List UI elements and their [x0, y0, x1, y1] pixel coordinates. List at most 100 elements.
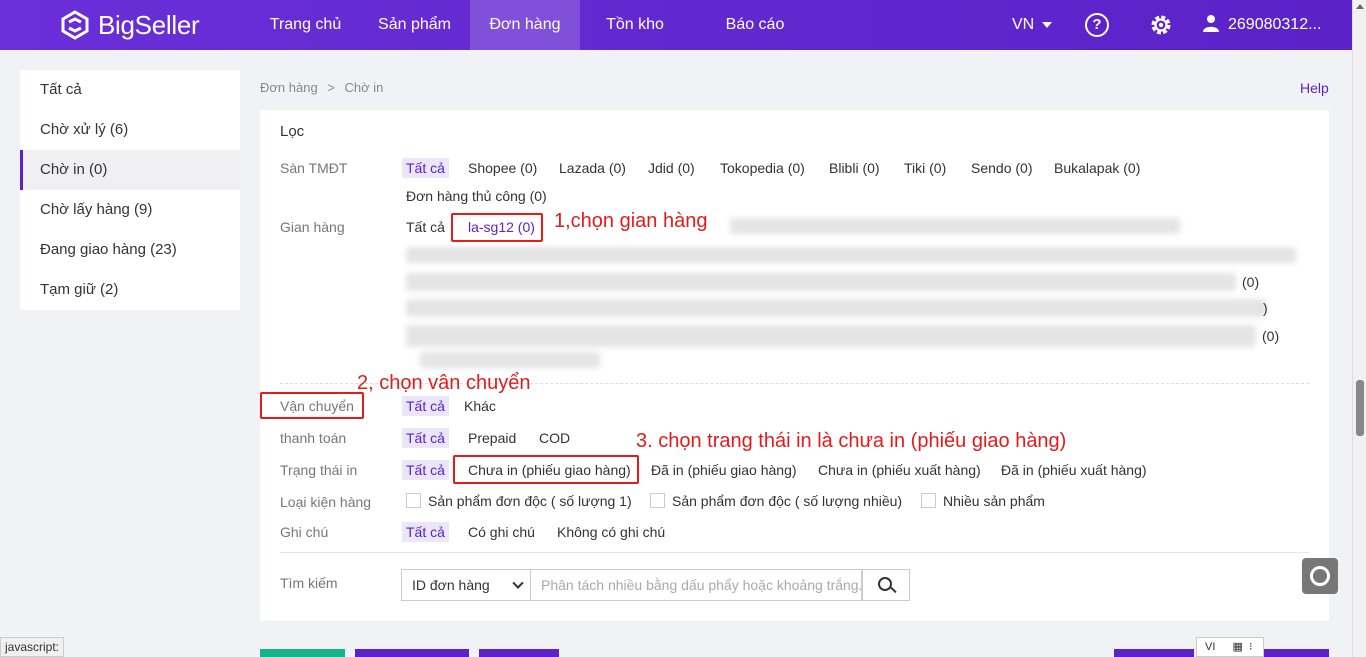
blurred-store-list: [406, 247, 1296, 263]
brand-name: BigSeller: [98, 9, 200, 40]
question-circle-icon[interactable]: ?: [1085, 13, 1109, 37]
shipping-all[interactable]: Tất cả: [402, 396, 449, 416]
help-link[interactable]: Help: [1300, 80, 1329, 96]
store-label: Gian hàng: [280, 219, 345, 235]
marketplace-tokopedia[interactable]: Tokopedia (0): [720, 160, 805, 176]
filter-panel: Lọc Sàn TMĐT Tất cả Shopee (0) Lazada (0…: [260, 110, 1329, 621]
marketplace-all[interactable]: Tất cả: [402, 158, 449, 178]
user-menu[interactable]: 269080312...: [1202, 0, 1321, 50]
blurred-store-list: [420, 352, 600, 368]
package-multi-product-checkbox[interactable]: [921, 493, 936, 508]
action-button[interactable]: [1114, 649, 1194, 657]
search-icon-handle: [890, 586, 897, 594]
payment-prepaid[interactable]: Prepaid: [468, 430, 516, 446]
blurred-store-list: [730, 218, 1180, 234]
note-has-note[interactable]: Có ghi chú: [468, 524, 535, 540]
store-count[interactable]: ): [1263, 300, 1268, 316]
search-button[interactable]: [862, 569, 910, 601]
package-single-qty1-checkbox[interactable]: [406, 493, 421, 508]
search-icon: [878, 577, 892, 591]
print-status-label: Trạng thái in: [280, 462, 358, 478]
sidebar-item-awaiting-print[interactable]: Chờ in (0): [20, 150, 240, 190]
package-multi-product-label[interactable]: Nhiều sản phẩm: [943, 493, 1045, 509]
print-status-unprinted-invoice[interactable]: Chưa in (phiếu xuất hàng): [818, 462, 981, 478]
search-label: Tìm kiếm: [280, 575, 338, 591]
blurred-store-list: [406, 325, 1256, 347]
breadcrumb-current: Chờ in: [344, 80, 384, 95]
note-label: Ghi chú: [280, 524, 329, 540]
page-scrollbar[interactable]: [1352, 0, 1366, 657]
nav-orders[interactable]: Đơn hàng: [470, 0, 580, 50]
store-count[interactable]: (0): [1262, 328, 1279, 344]
user-name: 269080312...: [1228, 16, 1322, 33]
dropdown-icon: ⁝: [1248, 641, 1253, 653]
package-single-multi-checkbox[interactable]: [650, 493, 665, 508]
annotation-step2: 2, chọn vân chuyển: [357, 372, 531, 394]
search-field-select[interactable]: ID đơn hàng: [401, 569, 531, 601]
chevron-down-icon: [512, 577, 524, 589]
blurred-store-list: [406, 299, 1266, 317]
note-no-note[interactable]: Không có ghi chú: [557, 524, 665, 540]
action-button[interactable]: [355, 649, 469, 657]
user-icon: [1202, 3, 1220, 32]
blurred-store-list: [406, 273, 1236, 291]
language-selector[interactable]: VN: [1012, 0, 1053, 50]
sidebar-item-all[interactable]: Tất cả: [20, 70, 240, 110]
ime-indicator[interactable]: VI ▦ ⁝: [1196, 637, 1264, 657]
shipping-other[interactable]: Khác: [464, 398, 496, 414]
nav-home[interactable]: Trang chủ: [252, 0, 359, 50]
annotation-step1: 1,chọn gian hàng: [554, 210, 708, 232]
breadcrumb-separator: >: [327, 80, 335, 95]
sidebar-item-shipping[interactable]: Đang giao hàng (23): [20, 230, 240, 270]
marketplace-blibli[interactable]: Blibli (0): [829, 160, 880, 176]
annotation-step3: 3. chọn trang thái in là chưa in (phiếu …: [636, 430, 1067, 452]
print-status-printed-delivery[interactable]: Đã in (phiếu giao hàng): [651, 462, 797, 478]
ime-language: VI: [1205, 641, 1216, 653]
print-status-printed-invoice[interactable]: Đã in (phiếu xuất hàng): [1001, 462, 1147, 478]
payment-cod[interactable]: COD: [539, 430, 570, 446]
marketplace-manual[interactable]: Đơn hàng thủ công (0): [406, 188, 547, 204]
gear-icon[interactable]: [1148, 12, 1174, 38]
keyboard-icon: ▦: [1232, 641, 1242, 653]
marketplace-lazada[interactable]: Lazada (0): [559, 160, 626, 176]
action-button[interactable]: [260, 649, 345, 657]
nav-reports[interactable]: Báo cáo: [700, 0, 810, 50]
highlight-store: [451, 213, 543, 242]
scrollbar-thumb[interactable]: [1356, 380, 1364, 436]
highlight-shipping: [260, 392, 364, 419]
sidebar-item-on-hold[interactable]: Tạm giữ (2): [20, 270, 240, 310]
note-all[interactable]: Tất cả: [402, 522, 449, 542]
breadcrumb: Đơn hàng > Chờ in: [260, 80, 383, 95]
bigseller-logo-icon: [60, 10, 90, 40]
nav-products[interactable]: Sản phẩm: [359, 0, 470, 50]
customer-support-button[interactable]: [1302, 558, 1338, 594]
brand-logo[interactable]: BigSeller: [60, 9, 200, 41]
search-input[interactable]: Phân tách nhiều bằng dấu phẩy hoặc khoản…: [531, 569, 862, 601]
marketplace-label: Sàn TMĐT: [280, 160, 348, 176]
package-single-multi-label[interactable]: Sản phẩm đơn độc ( số lượng nhiều): [672, 493, 902, 509]
marketplace-shopee[interactable]: Shopee (0): [468, 160, 537, 176]
marketplace-jdid[interactable]: Jdid (0): [648, 160, 695, 176]
filter-title: Lọc: [280, 123, 305, 140]
nav-inventory[interactable]: Tồn kho: [580, 0, 690, 50]
action-button[interactable]: [1264, 649, 1329, 657]
marketplace-bukalapak[interactable]: Bukalapak (0): [1054, 160, 1140, 176]
top-navbar: BigSeller Trang chủ Sản phẩm Đơn hàng Tồ…: [0, 0, 1352, 50]
marketplace-tiki[interactable]: Tiki (0): [904, 160, 946, 176]
store-all[interactable]: Tất cả: [406, 219, 445, 235]
sidebar-item-pending[interactable]: Chờ xử lý (6): [20, 110, 240, 150]
language-label: VN: [1012, 16, 1035, 33]
marketplace-sendo[interactable]: Sendo (0): [971, 160, 1032, 176]
sidebar-item-awaiting-pickup[interactable]: Chờ lấy hàng (9): [20, 190, 240, 230]
store-count[interactable]: (0): [1242, 274, 1259, 290]
scroll-up-icon[interactable]: [1356, 4, 1364, 9]
highlight-print-status: [453, 455, 639, 484]
divider: [280, 552, 1309, 553]
payment-all[interactable]: Tất cả: [402, 428, 449, 448]
print-status-all[interactable]: Tất cả: [402, 460, 449, 480]
headset-icon: [1310, 566, 1330, 586]
breadcrumb-parent[interactable]: Đơn hàng: [260, 80, 318, 95]
action-button[interactable]: [479, 649, 559, 657]
browser-status-bar: javascript:: [0, 637, 65, 657]
package-single-qty1-label[interactable]: Sản phẩm đơn độc ( số lượng 1): [428, 493, 632, 509]
